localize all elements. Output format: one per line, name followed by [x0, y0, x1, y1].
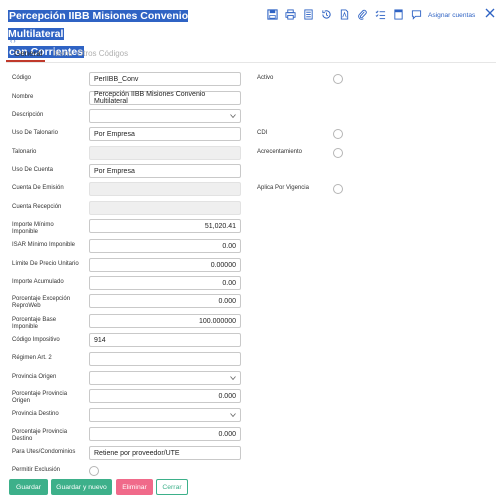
porcentaje-excepcion-field[interactable]: 0.000 — [89, 294, 241, 308]
checklist-icon[interactable] — [372, 7, 389, 21]
importe-minimo-field[interactable]: 51,020.41 — [89, 219, 241, 233]
porcentaje-provincia-destino-label: Porcentaje Provincia Destino — [12, 429, 68, 442]
chevron-down-icon — [230, 376, 236, 381]
porcentaje-excepcion-label: Porcentaje Excepción ReproWeb — [12, 296, 71, 309]
talonario-field — [89, 146, 241, 160]
importe-acumulado-value: 0.00 — [222, 279, 236, 287]
notes-icon[interactable] — [390, 7, 407, 21]
cuenta-recepcion-label: Cuenta Recepción — [12, 204, 62, 210]
record-navigation-arrows[interactable]: ‹› — [10, 38, 17, 45]
history-icon[interactable] — [318, 7, 335, 21]
descripcion-label: Descripción — [12, 112, 44, 118]
codigo-impositivo-value: 914 — [94, 336, 106, 344]
pdf-icon[interactable] — [336, 7, 353, 21]
isar-minimo-value: 0.00 — [222, 242, 236, 250]
descripcion-select[interactable] — [89, 109, 241, 123]
provincia-destino-select[interactable] — [89, 408, 241, 422]
tab-otros-codigos[interactable]: Otros Códigos — [77, 49, 128, 58]
tab-items[interactable]: Items — [53, 49, 73, 58]
active-tab-indicator — [6, 60, 45, 62]
save-and-new-button[interactable]: Guardar y nuevo — [51, 479, 112, 495]
provincia-origen-select[interactable] — [89, 371, 241, 385]
limite-precio-value: 0.00000 — [210, 261, 236, 269]
save-button[interactable]: Guardar — [9, 479, 48, 495]
uso-talonario-label: Uso De Talonario — [12, 130, 58, 136]
porcentaje-base-value: 100.000000 — [199, 317, 236, 325]
importe-minimo-label: Importe Mínimo Imponible — [12, 222, 54, 235]
porcentaje-provincia-destino-value: 0.000 — [218, 430, 236, 438]
talonario-label: Talonario — [12, 149, 37, 155]
isar-minimo-label: ISAR Mínimo Imponible — [12, 242, 76, 248]
page-title-line-1: Percepción IIBB Misiones Convenio Multil… — [8, 10, 189, 40]
nombre-field[interactable]: Percepción IIBB Misiones Convenio Multil… — [89, 91, 241, 105]
uso-cuenta-field[interactable]: Por Empresa — [89, 164, 241, 178]
codigo-field[interactable]: PerIIBB_Conv — [89, 72, 241, 86]
nombre-label: Nombre — [12, 94, 34, 100]
regimen-field[interactable] — [89, 352, 241, 366]
calculator-icon[interactable] — [300, 7, 317, 21]
permitir-exclusion-radio[interactable] — [89, 466, 99, 476]
uso-cuenta-label: Uso De Cuenta — [12, 167, 54, 173]
codigo-impositivo-field[interactable]: 914 — [89, 333, 241, 347]
para-utes-field[interactable]: Retiene por proveedor/UTE — [89, 446, 241, 460]
acrecentamiento-radio[interactable] — [333, 148, 343, 158]
acrecentamiento-label: Acrecentamiento — [257, 149, 303, 155]
para-utes-label: Para Utes/Condominios — [12, 449, 76, 455]
activo-label: Activo — [257, 75, 274, 81]
cdi-label: CDI — [257, 130, 268, 136]
regimen-label: Régimen Art. 2 — [12, 355, 52, 361]
importe-acumulado-label: Importe Acumulado — [12, 279, 64, 285]
chat-icon[interactable] — [408, 7, 425, 21]
isar-minimo-field[interactable]: 0.00 — [89, 239, 241, 253]
uso-talonario-value: Por Empresa — [94, 130, 135, 138]
assign-accounts-link[interactable]: Asignar cuentas — [428, 12, 475, 19]
close-icon[interactable] — [484, 6, 496, 18]
porcentaje-base-label: Porcentaje Base Imponible — [12, 317, 57, 330]
attachment-icon[interactable] — [354, 7, 371, 21]
porcentaje-provincia-origen-value: 0.000 — [218, 392, 236, 400]
porcentaje-provincia-origen-field[interactable]: 0.000 — [89, 389, 241, 403]
uso-talonario-field[interactable]: Por Empresa — [89, 127, 241, 141]
delete-button[interactable]: Eliminar — [116, 479, 153, 495]
permitir-exclusion-label: Permitir Exclusión — [12, 467, 61, 473]
para-utes-value: Retiene por proveedor/UTE — [94, 449, 180, 457]
chevron-down-icon — [230, 114, 236, 119]
porcentaje-provincia-destino-field[interactable]: 0.000 — [89, 427, 241, 441]
importe-minimo-value: 51,020.41 — [204, 222, 236, 230]
tab-bar: General Items Otros Códigos — [6, 47, 496, 63]
nombre-value: Percepción IIBB Misiones Convenio Multil… — [94, 91, 206, 105]
uso-cuenta-value: Por Empresa — [94, 167, 135, 175]
cuenta-emision-field — [89, 182, 241, 196]
provincia-origen-label: Provincia Origen — [12, 374, 57, 380]
codigo-label: Código — [12, 75, 32, 81]
tab-general[interactable]: General — [14, 49, 42, 58]
chevron-down-icon — [230, 413, 236, 418]
aplica-vigencia-label: Aplica Por Vigencia — [257, 185, 309, 191]
limite-precio-label: Límite De Precio Unitario — [12, 261, 79, 267]
codigo-impositivo-label: Código Impositivo — [12, 337, 60, 343]
porcentaje-excepcion-value: 0.000 — [218, 297, 236, 305]
limite-precio-field[interactable]: 0.00000 — [89, 258, 241, 272]
porcentaje-provincia-origen-label: Porcentaje Provincia Origen — [12, 391, 68, 404]
toolbar — [264, 7, 426, 21]
provincia-destino-label: Provincia Destino — [12, 411, 59, 417]
activo-radio[interactable] — [333, 74, 343, 84]
close-button[interactable]: Cerrar — [156, 479, 188, 495]
cuenta-emision-label: Cuenta De Emisión — [12, 185, 64, 191]
codigo-value: PerIIBB_Conv — [94, 75, 139, 83]
importe-acumulado-field[interactable]: 0.00 — [89, 276, 241, 290]
porcentaje-base-field[interactable]: 100.000000 — [89, 314, 241, 328]
aplica-vigencia-radio[interactable] — [333, 184, 343, 194]
save-icon[interactable] — [264, 7, 281, 21]
print-icon[interactable] — [282, 7, 299, 21]
cuenta-recepcion-field — [89, 201, 241, 215]
cdi-radio[interactable] — [333, 129, 343, 139]
